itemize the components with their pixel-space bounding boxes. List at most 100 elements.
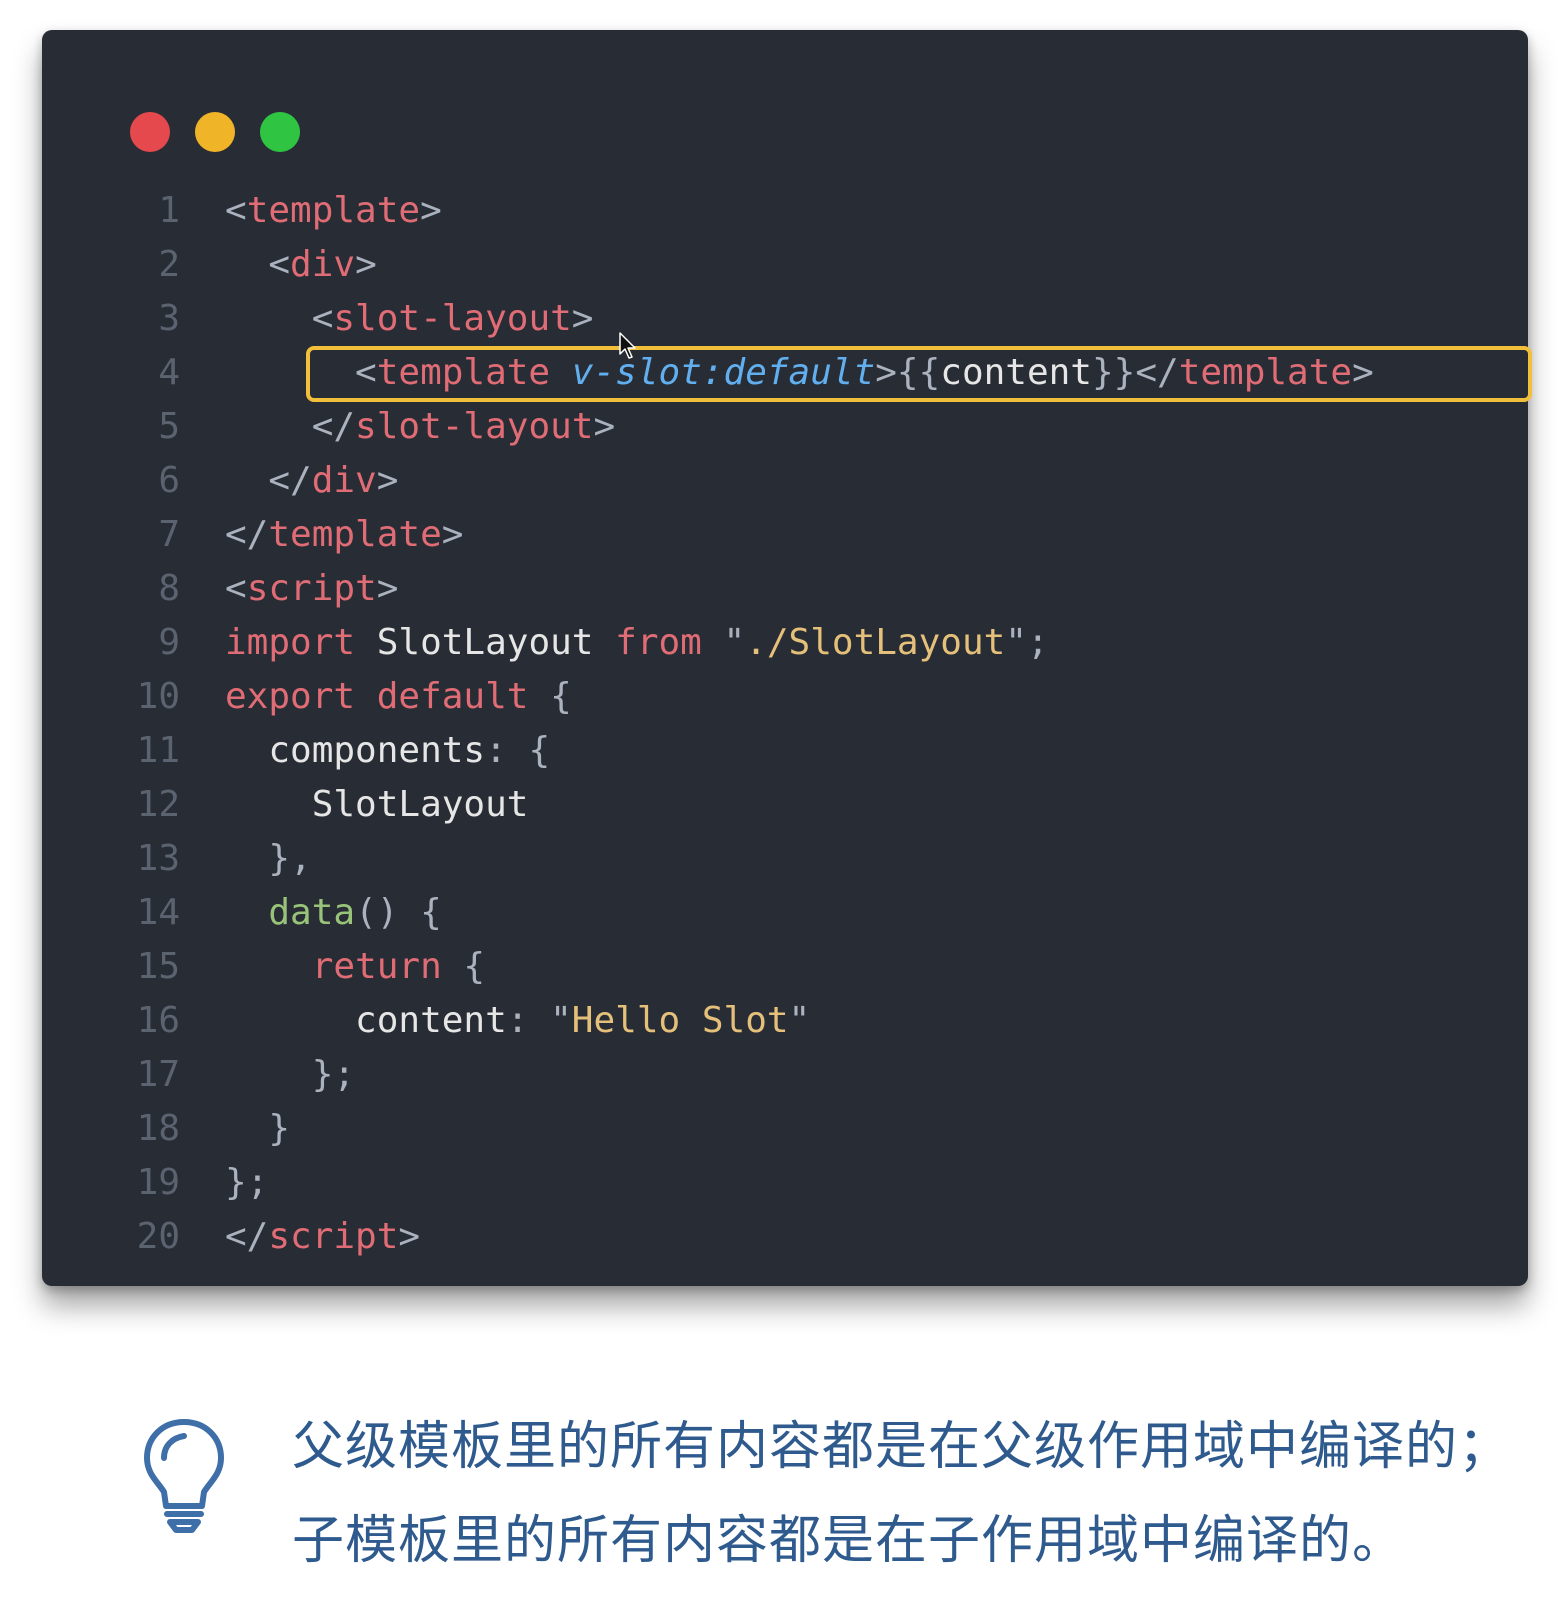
code-token: > [571,298,594,339]
code-token: return [311,946,442,987]
code-line: 6 </div> [42,454,1528,508]
line-number: 9 [158,622,180,663]
line-source: import SlotLayout from "./SlotLayout"; [225,616,1049,670]
code-line: 15 return { [42,940,1528,994]
line-source: return { [225,940,485,994]
line-source: <script> [225,562,398,616]
line-number: 12 [136,784,180,825]
code-token: > [420,190,442,231]
line-source: content: "Hello Slot" [225,994,810,1048]
line-source: } [225,1102,290,1156]
maximize-window-button[interactable] [260,112,300,152]
mouse-pointer-icon [619,332,636,359]
code-token: () { [355,892,442,933]
line-source: </div> [225,454,398,508]
code-token: script [246,568,377,609]
line-source: </script> [225,1210,420,1264]
line-source: <slot-layout> [225,292,594,346]
line-source: data() { [225,886,442,940]
line-source: export default { [225,670,572,724]
line-number: 11 [136,730,180,771]
code-line: 11 components: { [42,724,1528,778]
code-token: template [268,514,442,555]
code-token: { [441,946,486,987]
line-number: 5 [158,406,180,447]
code-token: components [225,730,486,771]
code-token: template [246,190,421,231]
code-line: 18 } [42,1102,1528,1156]
code-token: > [376,460,399,501]
code-token: " [788,1000,811,1041]
code-line: 3 <slot-layout> [42,292,1528,346]
code-line: 10 export default { [42,670,1528,724]
code-token: script [268,1216,399,1257]
code-line: 7 </template> [42,508,1528,562]
line-source: <div> [225,238,376,292]
line-number: 7 [158,514,180,555]
code-token: </ [225,406,356,447]
note-line-1: 父级模板里的所有内容都是在父级作用域中编译的； [292,1417,1512,1477]
code-token: SlotLayout [225,784,529,825]
code-token: div [290,244,356,285]
line-source: </template> [225,508,463,562]
line-source: </slot-layout> [225,400,615,454]
code-line: 19}; [42,1156,1528,1210]
line-number: 13 [136,838,180,879]
close-window-button[interactable] [130,112,170,152]
code-token: </ [225,514,269,555]
line-source: }, [225,832,312,886]
code-token: import [225,622,356,663]
line-number: 18 [136,1108,180,1149]
line-number: 1 [158,190,180,231]
code-line: 8 <script> [42,562,1528,616]
code-token: "; [1005,622,1049,663]
code-token: slot-layout [355,406,594,447]
code-line: 17 }; [42,1048,1528,1102]
line-number: 19 [136,1162,180,1203]
code-line: 12 SlotLayout [42,778,1528,832]
code-token: : " [506,1000,572,1041]
line-source: }; [225,1048,355,1102]
code-token: SlotLayout [355,622,616,663]
code-line: 20 </script> [42,1210,1528,1264]
code-token: div [311,460,377,501]
code-token: default [376,676,529,717]
code-token: content [225,1000,507,1041]
code-token: } [225,1108,291,1149]
line-source: <template> [225,184,442,238]
code-token: ./SlotLayout [745,622,1006,663]
code-line: 14 data() { [42,886,1528,940]
code-line: 1 <template> [42,184,1528,238]
code-token: < [225,190,247,231]
code-window: 1 <template> 2 <div> 3 <slot-layout> 4 <temp… [42,30,1532,1286]
line-number: 17 [136,1054,180,1095]
code-token: > [441,514,464,555]
code-token: from [615,622,702,663]
line-number: 6 [158,460,180,501]
code-token: export [225,676,356,717]
code-token: " [701,622,746,663]
line-number: 14 [136,892,180,933]
code-line: 16 content: "Hello Slot" [42,994,1528,1048]
code-token: slot-layout [333,298,572,339]
code-token: }; [225,1162,269,1203]
line-source: SlotLayout [225,778,529,832]
code-token: }; [225,1054,356,1095]
code-line: 13 }, [42,832,1528,886]
code-token: { [528,676,572,717]
highlight-box [306,346,1532,402]
line-source: }; [225,1156,268,1210]
code-token: < [225,298,334,339]
code-token: > [593,406,616,447]
code-line: 2 <div> [42,238,1528,292]
minimize-window-button[interactable] [195,112,235,152]
lightbulb-icon [144,1419,224,1533]
code-token: > [398,1216,421,1257]
line-number: 3 [158,298,180,339]
code-token: }, [225,838,312,879]
code-token: > [376,568,399,609]
code-token: < [225,244,291,285]
